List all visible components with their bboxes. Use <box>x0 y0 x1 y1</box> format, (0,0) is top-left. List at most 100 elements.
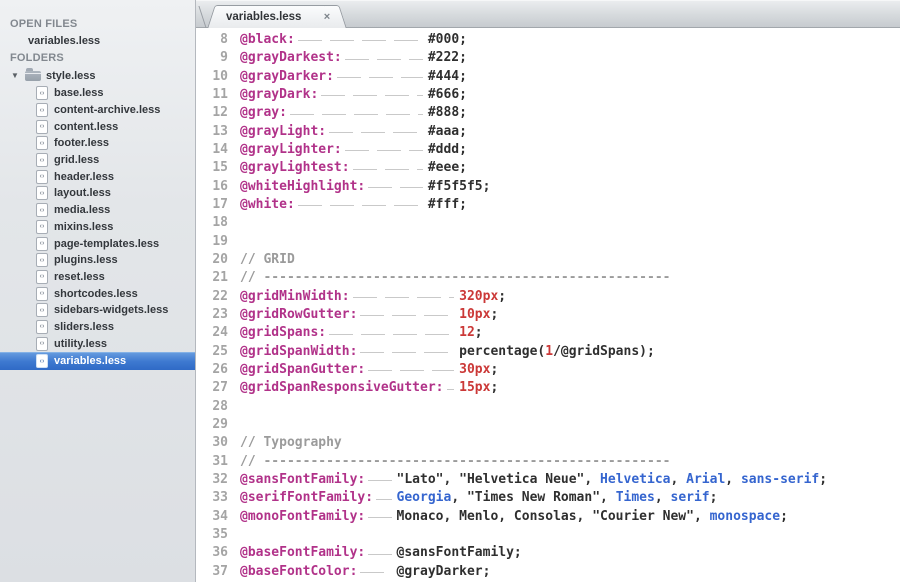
sidebar-item-header-less[interactable]: header.less <box>0 168 195 185</box>
code-file-icon <box>36 170 48 184</box>
code-line-36[interactable]: 36@baseFontFamily:@sansFontFamily; <box>196 544 900 562</box>
open-files-header: OPEN FILES <box>0 16 195 33</box>
line-number: 22 <box>196 288 228 306</box>
folder-icon <box>25 71 41 81</box>
code-file-icon <box>36 220 48 234</box>
sidebar-item-plugins-less[interactable]: plugins.less <box>0 252 195 269</box>
file-name: media.less <box>54 204 110 216</box>
editor-pane: variables.less × 8@black:#000;9@grayDark… <box>196 0 900 582</box>
sidebar-item-sliders-less[interactable]: sliders.less <box>0 319 195 336</box>
code-line-17[interactable]: 17@white:#fff; <box>196 196 900 214</box>
code-line-16[interactable]: 16@whiteHighlight:#f5f5f5; <box>196 178 900 196</box>
code-line-18[interactable]: 18 <box>196 214 900 232</box>
tab-title: variables.less <box>226 11 301 23</box>
tab-whitespace-guide <box>295 200 428 212</box>
sidebar-item-utility-less[interactable]: utility.less <box>0 335 195 352</box>
code-line-30[interactable]: 30// Typography <box>196 434 900 452</box>
line-content <box>228 416 240 434</box>
code-file-icon <box>36 287 48 301</box>
sidebar-item-footer-less[interactable]: footer.less <box>0 135 195 152</box>
tab-whitespace-guide <box>365 365 459 377</box>
line-number: 36 <box>196 544 228 562</box>
code-line-11[interactable]: 11@grayDark:#666; <box>196 86 900 104</box>
code-line-8[interactable]: 8@black:#000; <box>196 31 900 49</box>
code-line-21[interactable]: 21// -----------------------------------… <box>196 269 900 287</box>
code-line-25[interactable]: 25@gridSpanWidth:percentage(1/@gridSpans… <box>196 343 900 361</box>
folders-header: FOLDERS <box>0 50 195 67</box>
line-content: @gridMinWidth:320px; <box>228 288 506 306</box>
sidebar-item-media-less[interactable]: media.less <box>0 202 195 219</box>
code-line-15[interactable]: 15@grayLightest:#eee; <box>196 159 900 177</box>
code-line-22[interactable]: 22@gridMinWidth:320px; <box>196 288 900 306</box>
sidebar-item-variables-less[interactable]: variables.less <box>0 352 195 370</box>
sidebar: OPEN FILES variables.less FOLDERS ▼ styl… <box>0 0 196 582</box>
code-line-19[interactable]: 19 <box>196 233 900 251</box>
sidebar-item-content-archive-less[interactable]: content-archive.less <box>0 102 195 119</box>
tab-whitespace-guide <box>365 182 428 194</box>
sidebar-item-content-less[interactable]: content.less <box>0 118 195 135</box>
tab-whitespace-guide <box>350 292 460 304</box>
line-number: 30 <box>196 434 228 452</box>
code-line-20[interactable]: 20// GRID <box>196 251 900 269</box>
tab-whitespace-guide <box>357 347 459 359</box>
code-file-icon <box>36 203 48 217</box>
code-file-icon <box>36 270 48 284</box>
code-file-icon <box>36 337 48 351</box>
sidebar-item-shortcodes-less[interactable]: shortcodes.less <box>0 285 195 302</box>
sidebar-item-page-templates-less[interactable]: page-templates.less <box>0 235 195 252</box>
code-file-icon <box>36 120 48 134</box>
sidebar-item-reset-less[interactable]: reset.less <box>0 269 195 286</box>
code-line-27[interactable]: 27@gridSpanResponsiveGutter:15px; <box>196 379 900 397</box>
file-name: shortcodes.less <box>54 288 138 300</box>
line-content: @gridSpanGutter:30px; <box>228 361 498 379</box>
line-content: @gridSpanWidth:percentage(1/@gridSpans); <box>228 343 655 361</box>
sidebar-item-grid-less[interactable]: grid.less <box>0 152 195 169</box>
file-name: sidebars-widgets.less <box>54 304 168 316</box>
code-file-icon <box>36 186 48 200</box>
sidebar-item-sidebars-widgets-less[interactable]: sidebars-widgets.less <box>0 302 195 319</box>
open-file-variables-less[interactable]: variables.less <box>0 33 195 50</box>
tab-variables-less[interactable]: variables.less × <box>218 5 336 28</box>
code-line-26[interactable]: 26@gridSpanGutter:30px; <box>196 361 900 379</box>
folder-file-list: base.lesscontent-archive.lesscontent.les… <box>0 85 195 370</box>
code-line-14[interactable]: 14@grayLighter:#ddd; <box>196 141 900 159</box>
code-line-35[interactable]: 35 <box>196 526 900 544</box>
code-line-32[interactable]: 32@sansFontFamily:"Lato", "Helvetica Neu… <box>196 471 900 489</box>
line-content: // -------------------------------------… <box>228 453 670 471</box>
code-line-28[interactable]: 28 <box>196 398 900 416</box>
line-content: // GRID <box>228 251 295 269</box>
line-content: @grayDarker:#444; <box>228 68 467 86</box>
close-icon[interactable]: × <box>320 11 334 23</box>
code-area[interactable]: 8@black:#000;9@grayDarkest:#222;10@grayD… <box>196 28 900 582</box>
code-line-9[interactable]: 9@grayDarkest:#222; <box>196 49 900 67</box>
sidebar-folder-style-less[interactable]: ▼ style.less <box>0 67 195 84</box>
tab-bar: variables.less × <box>196 0 900 28</box>
line-content: @gray:#888; <box>228 104 467 122</box>
code-line-29[interactable]: 29 <box>196 416 900 434</box>
code-line-34[interactable]: 34@monoFontFamily:Monaco, Menlo, Consola… <box>196 508 900 526</box>
code-line-37[interactable]: 37@baseFontColor:@grayDarker; <box>196 563 900 581</box>
code-line-23[interactable]: 23@gridRowGutter:10px; <box>196 306 900 324</box>
code-line-31[interactable]: 31// -----------------------------------… <box>196 453 900 471</box>
line-content: @grayDarkest:#222; <box>228 49 467 67</box>
code-line-24[interactable]: 24@gridSpans:12; <box>196 324 900 342</box>
file-name: grid.less <box>54 154 99 166</box>
line-number: 16 <box>196 178 228 196</box>
sidebar-item-layout-less[interactable]: layout.less <box>0 185 195 202</box>
code-line-12[interactable]: 12@gray:#888; <box>196 104 900 122</box>
sidebar-item-base-less[interactable]: base.less <box>0 85 195 102</box>
disclosure-triangle-icon[interactable]: ▼ <box>10 71 20 80</box>
code-line-13[interactable]: 13@grayLight:#aaa; <box>196 123 900 141</box>
line-content: @gridSpans:12; <box>228 324 483 342</box>
line-content: @grayLightest:#eee; <box>228 159 467 177</box>
code-file-icon <box>36 253 48 267</box>
sidebar-item-mixins-less[interactable]: mixins.less <box>0 219 195 236</box>
line-content: @whiteHighlight:#f5f5f5; <box>228 178 490 196</box>
code-file-icon <box>36 86 48 100</box>
file-name: mixins.less <box>54 221 113 233</box>
code-line-10[interactable]: 10@grayDarker:#444; <box>196 68 900 86</box>
line-number: 13 <box>196 123 228 141</box>
code-line-33[interactable]: 33@serifFontFamily:Georgia, "Times New R… <box>196 489 900 507</box>
tab-whitespace-guide <box>365 549 396 561</box>
line-number: 27 <box>196 379 228 397</box>
